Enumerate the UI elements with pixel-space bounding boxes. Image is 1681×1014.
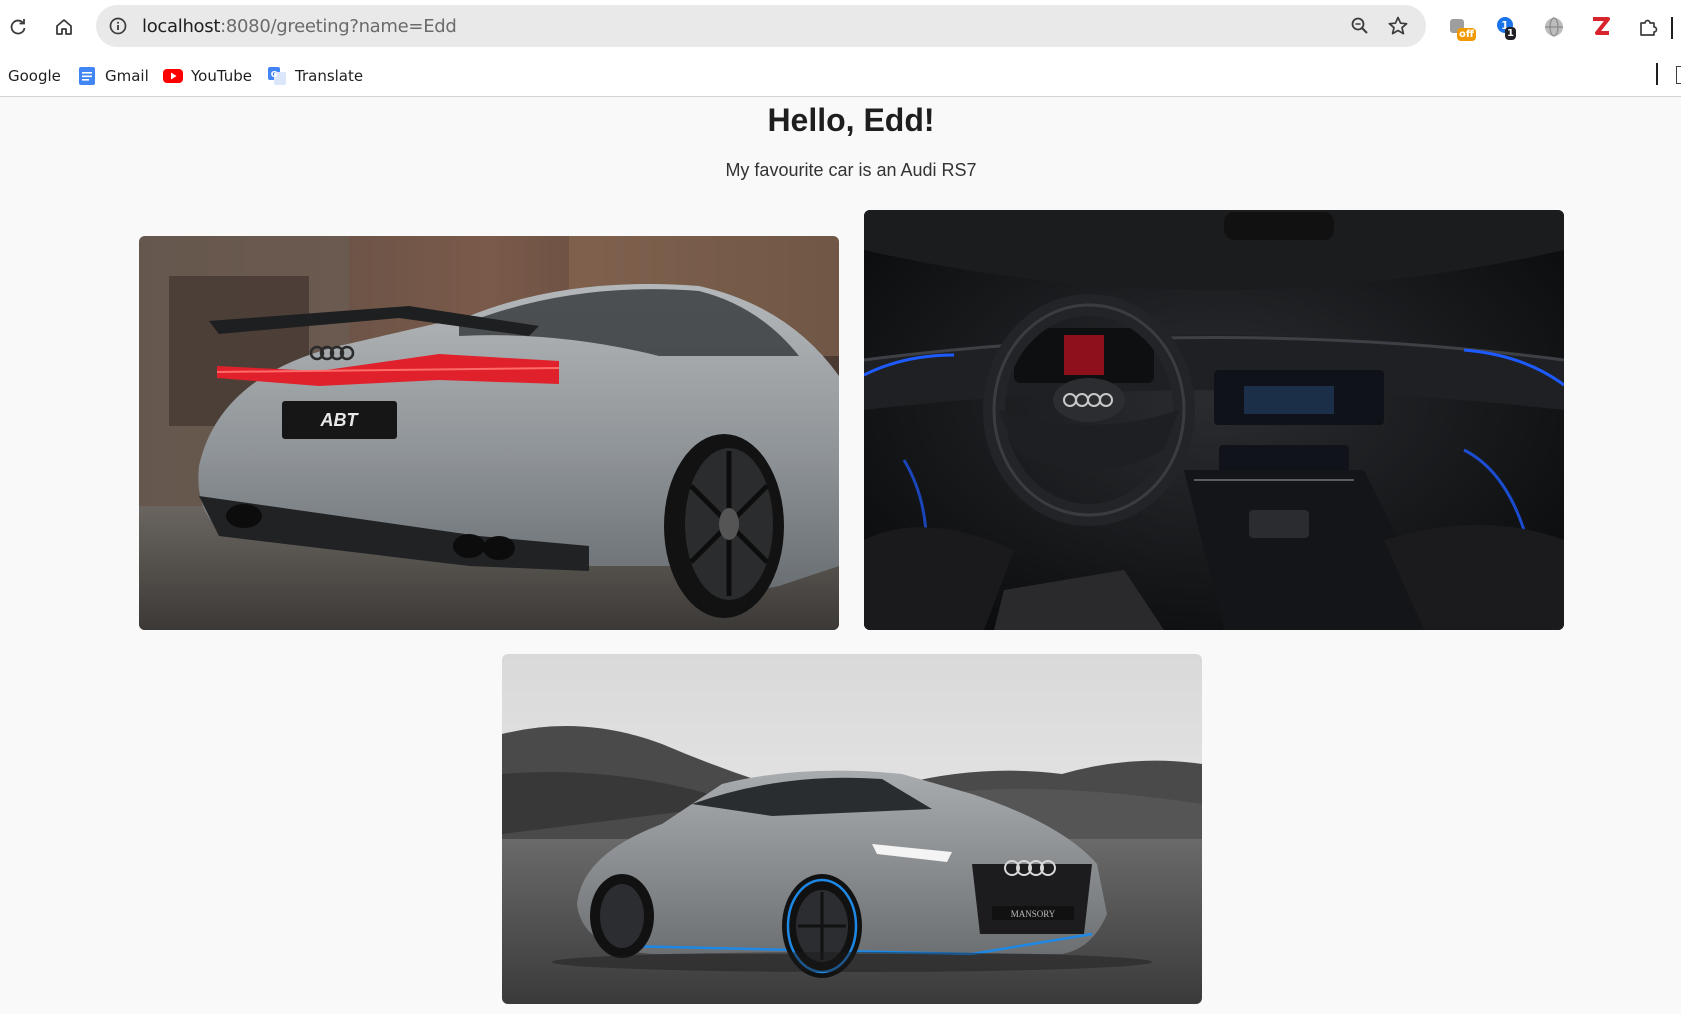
globe-icon: [1545, 17, 1563, 37]
rear-view-photo: ABT: [139, 236, 839, 630]
bookmark-translate[interactable]: G Translate: [267, 61, 363, 91]
one-badge: 1: [1505, 27, 1516, 40]
zoom-icon[interactable]: [1348, 14, 1372, 38]
extensions-menu-button[interactable]: [1633, 12, 1663, 42]
bookmark-gmail[interactable]: Gmail: [77, 61, 149, 91]
bookmark-google[interactable]: Google: [8, 61, 61, 91]
url-text[interactable]: localhost:8080/greeting?name=Edd: [142, 16, 457, 37]
extension-off[interactable]: off: [1445, 12, 1476, 42]
browser-toolbar: localhost:8080/greeting?name=Edd off 1 1: [0, 0, 1681, 55]
bookmarks-overflow-icon[interactable]: [1676, 66, 1681, 84]
url-path: :8080/greeting?name=Edd: [220, 16, 457, 37]
translate-icon: G: [267, 66, 287, 86]
url-host: localhost: [142, 16, 221, 37]
plate-logo: ABT: [320, 410, 360, 430]
front-view-photo: MANSORY: [502, 654, 1202, 1004]
z-logo-icon: [1593, 17, 1610, 35]
docs-icon: [77, 66, 97, 86]
bookmarks-bar: Google Gmail YouTube G Translate: [0, 55, 1681, 97]
home-button[interactable]: [46, 9, 82, 45]
bookmark-label: Gmail: [105, 67, 149, 85]
extension-one[interactable]: 1 1: [1492, 12, 1522, 42]
page-content: Hello, Edd! My favourite car is an Audi …: [0, 98, 1681, 1014]
puzzle-icon: [1640, 19, 1658, 36]
bookmark-youtube[interactable]: YouTube: [163, 61, 252, 91]
toolbar-divider: [1671, 17, 1673, 39]
interior-photo: [864, 210, 1564, 630]
youtube-icon: [163, 66, 183, 86]
address-bar[interactable]: localhost:8080/greeting?name=Edd: [96, 5, 1426, 47]
grille-logo: MANSORY: [1011, 909, 1056, 919]
globe-extension[interactable]: [1539, 12, 1569, 42]
reload-button[interactable]: [0, 9, 36, 45]
site-info-icon[interactable]: [106, 14, 130, 38]
svg-text:G: G: [271, 70, 278, 79]
bookmark-star-icon[interactable]: [1386, 14, 1410, 38]
bookmarks-divider: [1656, 63, 1658, 85]
page-title: Hello, Edd!: [767, 102, 935, 138]
home-icon: [56, 19, 72, 35]
page-subtitle: My favourite car is an Audi RS7: [725, 160, 977, 180]
bookmark-label: Google: [8, 67, 61, 85]
off-badge: off: [1457, 28, 1476, 41]
bookmark-label: YouTube: [191, 67, 252, 85]
bookmark-label: Translate: [295, 67, 364, 85]
z-extension[interactable]: [1586, 12, 1616, 42]
reload-icon: [10, 19, 26, 35]
